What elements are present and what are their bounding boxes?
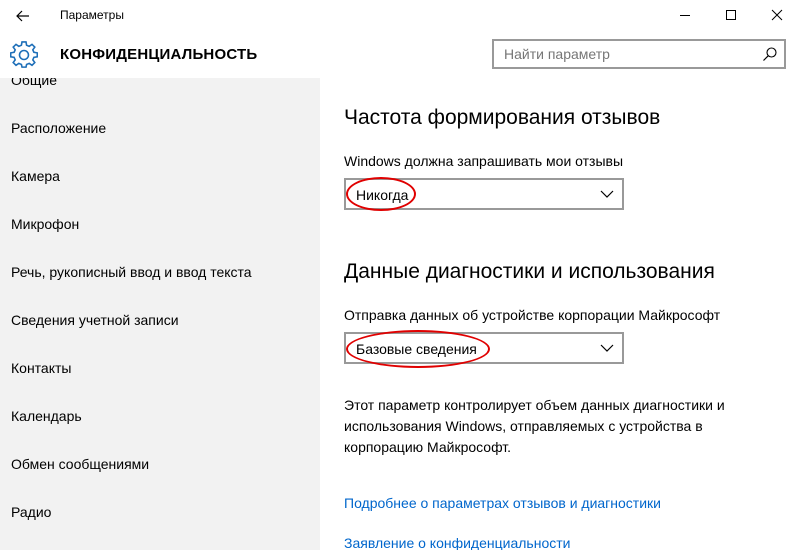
- page-header: КОНФИДЕНЦИАЛЬНОСТЬ: [0, 32, 800, 78]
- sidebar-item-camera[interactable]: Камера: [11, 168, 60, 184]
- sidebar-item-microphone[interactable]: Микрофон: [11, 216, 79, 232]
- diagnostics-description: Этот параметр контролирует объем данных …: [344, 397, 725, 455]
- sidebar-item-messaging[interactable]: Обмен сообщениями: [11, 456, 149, 472]
- search-input[interactable]: [494, 41, 754, 67]
- title-bar: Параметры: [0, 0, 800, 32]
- sidebar-item-account-info[interactable]: Сведения учетной записи: [11, 312, 179, 328]
- sidebar-item-speech[interactable]: Речь, рукописный ввод и ввод текста: [11, 264, 252, 280]
- diagnostics-level-dropdown[interactable]: Базовые сведения: [344, 332, 624, 364]
- search-box[interactable]: [492, 39, 786, 69]
- back-button[interactable]: [6, 2, 40, 30]
- search-icon[interactable]: [762, 46, 778, 62]
- diagnostics-heading: Данные диагностики и использования: [344, 260, 715, 283]
- main-content: Частота формирования отзывов Windows дол…: [320, 78, 800, 550]
- sidebar-item-radio[interactable]: Радио: [11, 504, 51, 520]
- back-arrow-icon: [16, 10, 29, 22]
- close-button[interactable]: [754, 0, 800, 30]
- sidebar-item-general[interactable]: Общие: [11, 78, 57, 88]
- feedback-frequency-dropdown[interactable]: Никогда: [344, 178, 624, 210]
- settings-window: Параметры КОНФИДЕНЦИАЛЬНОСТЬ Найти парам…: [0, 0, 800, 550]
- sidebar-item-contacts[interactable]: Контакты: [11, 360, 71, 376]
- sidebar-item-calendar[interactable]: Календарь: [11, 408, 82, 424]
- close-icon: [771, 9, 783, 21]
- page-title: КОНФИДЕНЦИАЛЬНОСТЬ: [60, 46, 258, 63]
- chevron-down-icon: [600, 190, 614, 198]
- window-title: Параметры: [60, 8, 124, 22]
- chevron-down-icon: [600, 344, 614, 352]
- gear-icon: [10, 41, 38, 68]
- sidebar: Общие Расположение Камера Микрофон Речь,…: [0, 78, 320, 550]
- feedback-frequency-value: Никогда: [356, 187, 409, 203]
- diagnostics-label: Отправка данных об устройстве корпорации…: [344, 307, 721, 323]
- privacy-statement-link[interactable]: Заявление о конфиденциальности: [344, 535, 570, 550]
- maximize-icon: [726, 10, 736, 20]
- diagnostics-level-value: Базовые сведения: [356, 341, 477, 357]
- maximize-button[interactable]: [708, 0, 754, 30]
- feedback-heading: Частота формирования отзывов: [344, 106, 661, 129]
- minimize-button[interactable]: [662, 0, 708, 30]
- more-info-link[interactable]: Подробнее о параметрах отзывов и диагнос…: [344, 495, 661, 511]
- sidebar-item-location[interactable]: Расположение: [11, 120, 106, 136]
- minimize-icon: [680, 15, 690, 16]
- feedback-label: Windows должна запрашивать мои отзывы: [344, 153, 624, 169]
